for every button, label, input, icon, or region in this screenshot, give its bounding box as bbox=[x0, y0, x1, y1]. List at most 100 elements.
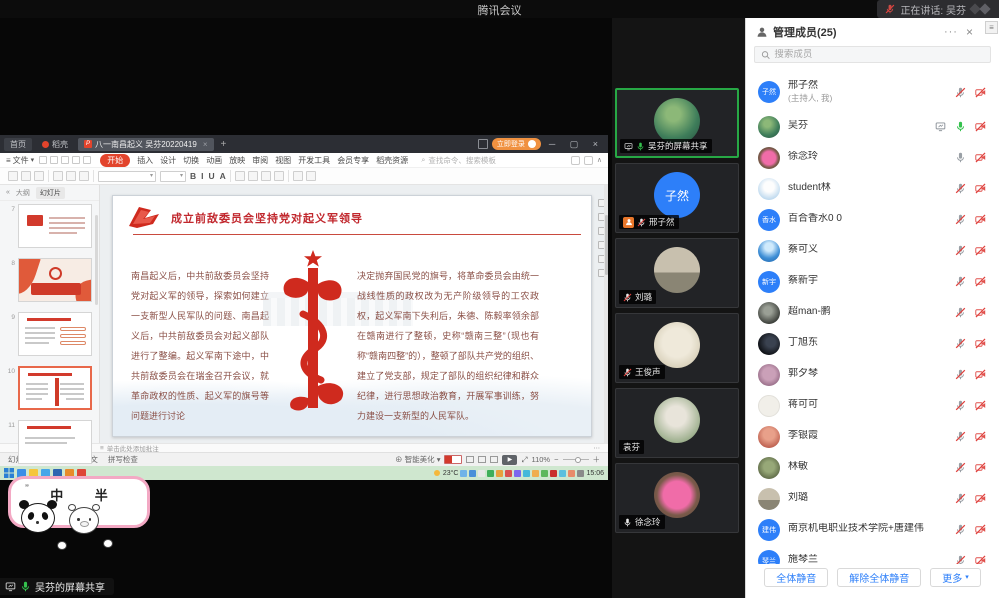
camera-off-icon[interactable] bbox=[975, 152, 986, 163]
tray-icon[interactable] bbox=[568, 470, 575, 477]
zoom-out-button[interactable]: − bbox=[554, 455, 558, 464]
ribbon-tab-4[interactable]: 切换 bbox=[183, 155, 199, 166]
member-row[interactable]: 刘璐 bbox=[746, 483, 999, 514]
panel-more-icon[interactable]: ··· bbox=[944, 26, 958, 38]
format-a-button[interactable]: A bbox=[220, 171, 226, 181]
tab-outline[interactable]: 大纲 bbox=[16, 188, 30, 198]
ribbon-tab-8[interactable]: 视图 bbox=[275, 155, 291, 166]
insert-tools[interactable] bbox=[293, 171, 316, 181]
zoom-in-button[interactable]: ＋ bbox=[593, 454, 601, 465]
quick-access-toolbar[interactable] bbox=[39, 156, 91, 164]
slide-thumb[interactable]: 9 bbox=[0, 309, 99, 363]
camera-off-icon[interactable] bbox=[975, 431, 986, 442]
camera-off-icon[interactable] bbox=[975, 462, 986, 473]
member-row[interactable]: 林敏 bbox=[746, 452, 999, 483]
zoom-slider[interactable] bbox=[563, 459, 589, 460]
camera-off-icon[interactable] bbox=[975, 87, 986, 98]
mic-muted-icon[interactable] bbox=[955, 307, 966, 318]
member-row[interactable]: 徐念玲 bbox=[746, 142, 999, 173]
ribbon-tab-7[interactable]: 审阅 bbox=[252, 155, 268, 166]
member-row[interactable]: 丁旭东 bbox=[746, 328, 999, 359]
camera-off-icon[interactable] bbox=[975, 121, 986, 132]
member-row[interactable]: 香水百合香水0 0 bbox=[746, 204, 999, 235]
close-tab-icon[interactable]: × bbox=[203, 140, 208, 149]
panel-close-icon[interactable]: × bbox=[966, 25, 973, 39]
member-row[interactable]: 吴芬 bbox=[746, 111, 999, 142]
ribbon-tab-3[interactable]: 设计 bbox=[160, 155, 176, 166]
member-row[interactable]: 新宇蔡新宇 bbox=[746, 266, 999, 297]
slide-thumb[interactable]: 11 bbox=[0, 417, 99, 471]
camera-off-icon[interactable] bbox=[975, 400, 986, 411]
spellcheck-indicator[interactable]: 拼写检查 bbox=[108, 454, 138, 465]
video-tile[interactable]: 刘璐 bbox=[615, 238, 739, 308]
camera-off-icon[interactable] bbox=[975, 493, 986, 504]
ribbon-tab-1[interactable]: 开始 bbox=[100, 154, 130, 167]
unmute-all-button[interactable]: 解除全体静音 bbox=[837, 568, 921, 587]
slide-tools[interactable] bbox=[53, 171, 89, 181]
format-i-button[interactable]: I bbox=[201, 171, 203, 181]
file-menu[interactable]: ≡ 文件 ▾ bbox=[6, 155, 34, 166]
member-search-input[interactable] bbox=[774, 49, 984, 60]
mic-idle-icon[interactable] bbox=[955, 152, 966, 163]
wps-home-tab[interactable]: 首页 bbox=[4, 138, 32, 151]
camera-off-icon[interactable] bbox=[975, 338, 986, 349]
tray-icon[interactable] bbox=[514, 470, 521, 477]
mic-muted-icon[interactable] bbox=[955, 462, 966, 473]
slide-thumb[interactable]: 8 bbox=[0, 255, 99, 309]
slide-thumb-current[interactable]: 10 bbox=[0, 363, 99, 417]
camera-off-icon[interactable] bbox=[975, 307, 986, 318]
tray-icon[interactable] bbox=[541, 470, 548, 477]
format-b-button[interactable]: B bbox=[190, 171, 196, 181]
notes-more-icon[interactable]: ⋯ bbox=[594, 444, 609, 452]
mic-muted-icon[interactable] bbox=[955, 214, 966, 225]
font-size-select[interactable] bbox=[160, 171, 186, 182]
member-row[interactable]: 子然邢子然(主持人, 我) bbox=[746, 73, 999, 111]
format-u-button[interactable]: U bbox=[209, 171, 215, 181]
mic-muted-icon[interactable] bbox=[955, 400, 966, 411]
mic-muted-icon[interactable] bbox=[955, 493, 966, 504]
camera-off-icon[interactable] bbox=[975, 214, 986, 225]
mic-muted-icon[interactable] bbox=[623, 368, 632, 377]
ribbon-tab-11[interactable]: 稻壳资源 bbox=[376, 155, 408, 166]
mic-muted-icon[interactable] bbox=[955, 276, 966, 287]
member-row[interactable]: 郭夕琴 bbox=[746, 359, 999, 390]
tray-icon[interactable] bbox=[478, 470, 485, 477]
mic-muted-icon[interactable] bbox=[955, 338, 966, 349]
more-button[interactable]: 更多▾ bbox=[930, 568, 981, 587]
sorter-view-icon[interactable] bbox=[478, 456, 486, 463]
mic-on-icon[interactable] bbox=[636, 142, 645, 151]
wps-docer-tab[interactable]: 稻壳 bbox=[36, 138, 74, 151]
ribbon-tab-10[interactable]: 会员专享 bbox=[337, 155, 369, 166]
slideshow-play-button[interactable]: ▶ bbox=[502, 455, 517, 465]
workspace-grid-icon[interactable] bbox=[478, 139, 488, 149]
edit-scrollbar[interactable] bbox=[604, 185, 608, 443]
mic-muted-icon[interactable] bbox=[955, 245, 966, 256]
normal-view-icon[interactable] bbox=[466, 456, 474, 463]
member-row[interactable]: 蔡可义 bbox=[746, 235, 999, 266]
tab-slides[interactable]: 幻灯片 bbox=[36, 187, 65, 199]
panel-scrollbar[interactable] bbox=[95, 215, 98, 305]
ribbon-tab-2[interactable]: 插入 bbox=[137, 155, 153, 166]
mic-muted-icon[interactable] bbox=[623, 293, 632, 302]
login-button[interactable]: 立即登录 bbox=[492, 138, 541, 150]
mic-muted-icon[interactable] bbox=[637, 218, 646, 227]
camera-off-icon[interactable] bbox=[975, 276, 986, 287]
member-row[interactable]: 蒋可可 bbox=[746, 390, 999, 421]
mic-on-icon[interactable] bbox=[955, 121, 966, 132]
fit-window-icon[interactable]: ⤢ bbox=[521, 455, 527, 465]
wps-document-tab[interactable]: P八一南昌起义 吴芬20220419× bbox=[78, 138, 214, 151]
screen-share-icon[interactable] bbox=[935, 121, 946, 132]
collapse-panel-icon[interactable]: « bbox=[6, 189, 10, 196]
panel-collapse-button[interactable]: ≡ bbox=[985, 21, 998, 34]
ribbon-tab-6[interactable]: 放映 bbox=[229, 155, 245, 166]
member-row[interactable]: student林 bbox=[746, 173, 999, 204]
tray-icon[interactable] bbox=[487, 470, 494, 477]
mic-muted-icon[interactable] bbox=[955, 369, 966, 380]
slide-canvas[interactable]: 成立前敌委员会坚持党对起义军领导 南昌起义后，中共前敌委员会坚持党对起义军的领导… bbox=[112, 195, 592, 437]
tray-icon[interactable] bbox=[532, 470, 539, 477]
weather-temp[interactable]: 23°C bbox=[443, 470, 459, 477]
template-beautify-button[interactable] bbox=[444, 455, 462, 464]
screen-share-icon[interactable] bbox=[624, 142, 633, 151]
mic-muted-icon[interactable] bbox=[955, 524, 966, 535]
notes-placeholder[interactable]: ≡ 单击此处添加批注 bbox=[100, 443, 159, 453]
